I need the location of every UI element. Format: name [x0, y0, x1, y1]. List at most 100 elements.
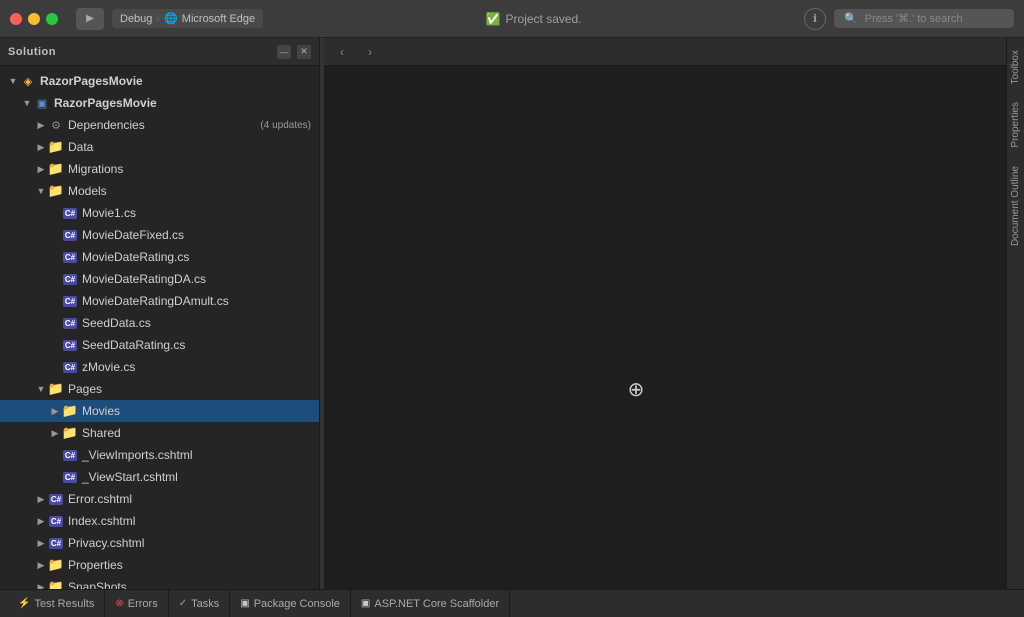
- tree-item-models[interactable]: 📁Models: [0, 180, 319, 202]
- file-icon-privacy: C#: [48, 536, 64, 550]
- tasks-label: Tasks: [191, 598, 219, 610]
- back-button[interactable]: ‹: [332, 42, 352, 62]
- tree-item-dependencies[interactable]: ⚙Dependencies(4 updates): [0, 114, 319, 136]
- tree-item-index[interactable]: C#Index.cshtml: [0, 510, 319, 532]
- arrow-icon-data: [34, 140, 48, 154]
- tree-item-movie1[interactable]: C# Movie1.cs: [0, 202, 319, 224]
- toolbox-panel-btn[interactable]: Toolbox: [1008, 42, 1023, 92]
- file-icon-dependencies: ⚙: [48, 118, 64, 132]
- debug-label: Debug: [120, 13, 152, 25]
- tree-item-data[interactable]: 📁Data: [0, 136, 319, 158]
- test-results-label: Test Results: [34, 598, 94, 610]
- arrow-icon-movies: [48, 404, 62, 418]
- editor-area: ‹ › ⊕: [324, 38, 1006, 589]
- properties-panel-btn[interactable]: Properties: [1008, 94, 1023, 156]
- tree-label-viewstart: _ViewStart.cshtml: [82, 470, 311, 484]
- bolt-icon: ⚡: [18, 598, 30, 609]
- forward-button[interactable]: ›: [360, 42, 380, 62]
- tree-item-project[interactable]: ▣RazorPagesMovie: [0, 92, 319, 114]
- file-icon-properties: 📁: [48, 558, 64, 572]
- status-text: Project saved.: [506, 12, 582, 26]
- tree-label-movie1: Movie1.cs: [82, 206, 311, 220]
- main-area: Solution — ✕ ◈ RazorPagesMovie ▣RazorPages…: [0, 38, 1024, 589]
- file-icon-moviedateratingdamult: C#: [62, 294, 78, 308]
- package-console-label: Package Console: [254, 598, 340, 610]
- tree-item-moviedaterating[interactable]: C#MovieDateRating.cs: [0, 246, 319, 268]
- sidebar-close-btn[interactable]: ✕: [297, 45, 311, 59]
- tree-label-moviedateratingda: MovieDateRatingDA.cs: [82, 272, 311, 286]
- file-icon-pages: 📁: [48, 382, 64, 396]
- tree-label-pages: Pages: [68, 382, 311, 396]
- tree-item-moviedateratingdamult[interactable]: C#MovieDateRatingDAmult.cs: [0, 290, 319, 312]
- tree-item-viewimports[interactable]: C#_ViewImports.cshtml: [0, 444, 319, 466]
- tree-item-solution[interactable]: ◈ RazorPagesMovie: [0, 70, 319, 92]
- errors-tab[interactable]: ⊗ Errors: [105, 590, 168, 617]
- tree-label-seeddata: SeedData.cs: [82, 316, 311, 330]
- minimize-button[interactable]: [28, 13, 40, 25]
- file-icon-viewstart: C#: [62, 470, 78, 484]
- tree-item-pages[interactable]: 📁 Pages: [0, 378, 319, 400]
- browser-label: Microsoft Edge: [182, 13, 255, 25]
- status-bar: ✅ Project saved.: [486, 12, 582, 26]
- tree-item-error[interactable]: C#Error.cshtml: [0, 488, 319, 510]
- arrow-icon-properties: [34, 558, 48, 572]
- asp-scaffolder-tab[interactable]: ▣ ASP.NET Core Scaffolder: [351, 590, 510, 617]
- debug-segment[interactable]: Debug › 🌐 Microsoft Edge: [112, 9, 263, 28]
- file-icon-movie1: C#: [62, 206, 78, 220]
- check-icon: ✓: [179, 598, 187, 609]
- tree-label-snapshots: SnapShots: [68, 580, 311, 589]
- arrow-icon-dependencies: [34, 118, 48, 132]
- arrow-icon-privacy: [34, 536, 48, 550]
- package-icon: ▣: [240, 598, 249, 609]
- tasks-tab[interactable]: ✓ Tasks: [169, 590, 231, 617]
- arrow-icon-shared: [48, 426, 62, 440]
- tree-label-moviedaterating: MovieDateRating.cs: [82, 250, 311, 264]
- file-icon-seeddatarating: C#: [62, 338, 78, 352]
- tree-item-moviedatefixed[interactable]: C# MovieDateFixed.cs: [0, 224, 319, 246]
- tree-label-movies: Movies: [82, 404, 311, 418]
- tree-item-movies[interactable]: 📁Movies: [0, 400, 319, 422]
- tree-item-seeddata[interactable]: C# SeedData.cs: [0, 312, 319, 334]
- sidebar-minimize-btn[interactable]: —: [277, 45, 291, 59]
- arrow-icon-pages: [34, 382, 48, 396]
- document-outline-panel-btn[interactable]: Document Outline: [1008, 158, 1023, 254]
- editor-toolbar: ‹ ›: [324, 38, 1006, 66]
- tree-item-shared[interactable]: 📁Shared: [0, 422, 319, 444]
- fullscreen-button[interactable]: [46, 13, 58, 25]
- solution-tree[interactable]: ◈ RazorPagesMovie ▣RazorPagesMovie⚙Depende…: [0, 66, 319, 589]
- sidebar-title: Solution: [8, 46, 56, 58]
- file-icon-moviedatefixed: C#: [62, 228, 78, 242]
- search-bar[interactable]: 🔍 Press '⌘.' to search: [834, 9, 1014, 28]
- file-icon-project: ▣: [34, 96, 50, 110]
- tree-item-snapshots[interactable]: 📁SnapShots: [0, 576, 319, 589]
- tree-label-solution: RazorPagesMovie: [40, 74, 311, 88]
- tree-item-moviedateratingda[interactable]: C#MovieDateRatingDA.cs: [0, 268, 319, 290]
- file-icon-solution: ◈: [20, 74, 36, 88]
- tree-item-migrations[interactable]: 📁Migrations: [0, 158, 319, 180]
- tree-item-viewstart[interactable]: C# _ViewStart.cshtml: [0, 466, 319, 488]
- arrow-icon-migrations: [34, 162, 48, 176]
- file-icon-seeddata: C#: [62, 316, 78, 330]
- arrow-icon-models: [34, 184, 48, 198]
- check-icon: ✅: [486, 12, 501, 26]
- tree-item-privacy[interactable]: C#Privacy.cshtml: [0, 532, 319, 554]
- file-icon-shared: 📁: [62, 426, 78, 440]
- titlebar: ▶ Debug › 🌐 Microsoft Edge ✅ Project sav…: [0, 0, 1024, 38]
- info-button[interactable]: ℹ: [804, 8, 826, 30]
- test-results-tab[interactable]: ⚡ Test Results: [8, 590, 105, 617]
- bottombar: ⚡ Test Results ⊗ Errors ✓ Tasks ▣ Packag…: [0, 589, 1024, 617]
- file-icon-data: 📁: [48, 140, 64, 154]
- tree-item-zmovie[interactable]: C#zMovie.cs: [0, 356, 319, 378]
- tree-label-properties: Properties: [68, 558, 311, 572]
- tree-label-moviedatefixed: MovieDateFixed.cs: [82, 228, 311, 242]
- tree-label-viewimports: _ViewImports.cshtml: [82, 448, 311, 462]
- arrow-icon-index: [34, 514, 48, 528]
- tree-item-seeddatarating[interactable]: C#SeedDataRating.cs: [0, 334, 319, 356]
- tree-item-properties[interactable]: 📁 Properties: [0, 554, 319, 576]
- asp-icon: ▣: [361, 598, 370, 609]
- package-console-tab[interactable]: ▣ Package Console: [230, 590, 351, 617]
- close-button[interactable]: [10, 13, 22, 25]
- play-button[interactable]: ▶: [76, 8, 104, 30]
- search-placeholder: Press '⌘.' to search: [865, 13, 963, 25]
- info-icon: ℹ: [813, 12, 817, 25]
